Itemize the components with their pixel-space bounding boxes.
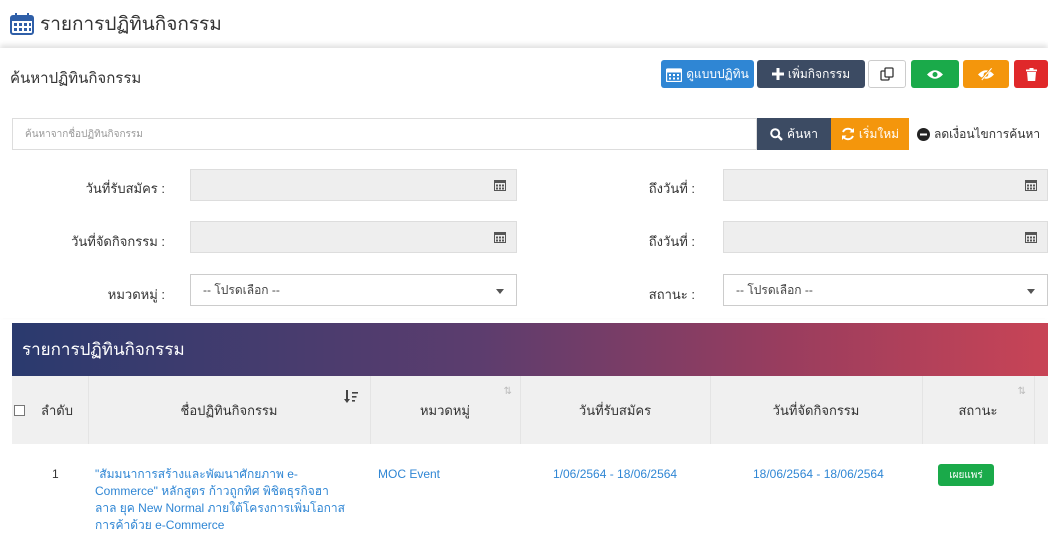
status-select[interactable]: -- โปรดเลือก -- — [723, 274, 1048, 306]
select-all-checkbox-cell — [12, 376, 26, 444]
register-date-input[interactable] — [190, 169, 517, 201]
sort-amount-down-icon — [344, 390, 358, 403]
column-header-no[interactable]: ลำดับ — [26, 376, 88, 444]
status-badge: เผยแพร่ — [938, 464, 994, 486]
register-to-input[interactable] — [723, 169, 1048, 201]
calendar-icon — [1025, 180, 1037, 191]
page-title: รายการปฏิทินกิจกรรม — [40, 14, 222, 35]
search-row: ค้นหาจากชื่อปฏิทินกิจกรรม ค้นหา เริ่มใหม… — [0, 118, 1048, 150]
column-header-category[interactable]: หมวดหมู่ ⇅ — [370, 376, 520, 444]
select-all-checkbox[interactable] — [13, 404, 25, 416]
status-select-value: -- โปรดเลือก -- — [736, 282, 813, 297]
reset-button[interactable]: เริ่มใหม่ — [831, 118, 909, 150]
reduce-conditions-button[interactable]: ลดเงื่อนไขการค้นหา — [917, 118, 1048, 150]
reduce-conditions-label: ลดเงื่อนไขการค้นหา — [934, 126, 1041, 141]
row-register-period-link[interactable]: 1/06/2564 - 18/06/2564 — [553, 466, 723, 483]
calendar-icon — [494, 232, 506, 243]
search-button-label: ค้นหา — [787, 126, 818, 141]
calendar-icon — [1025, 232, 1037, 243]
row-no: 1 — [52, 467, 59, 481]
reset-button-label: เริ่มใหม่ — [858, 126, 900, 141]
status-label: สถานะ : — [648, 287, 695, 302]
delete-button[interactable] — [1014, 60, 1048, 88]
show-button[interactable] — [911, 60, 959, 88]
column-header-status-label: สถานะ — [958, 402, 998, 418]
eye-icon — [927, 69, 943, 79]
column-header-name[interactable]: ชื่อปฏิทินกิจกรรม — [88, 376, 370, 444]
event-to-label: ถึงวันที่ : — [648, 234, 695, 249]
event-to-input[interactable] — [723, 221, 1048, 253]
column-header-status[interactable]: สถานะ ⇅ — [922, 376, 1034, 444]
category-label: หมวดหมู่ : — [107, 287, 165, 302]
search-panel-header: ค้นหาปฏิทินกิจกรรม ดูแบบปฏิทิน เพิ่มกิจก… — [0, 48, 1048, 108]
refresh-icon — [841, 127, 854, 141]
search-placeholder: ค้นหาจากชื่อปฏิทินกิจกรรม — [25, 128, 143, 140]
search-icon — [770, 127, 783, 141]
trash-icon — [1025, 67, 1037, 81]
row-event-period-link[interactable]: 18/06/2564 - 18/06/2564 — [753, 466, 923, 483]
caret-down-icon — [496, 289, 504, 294]
view-calendar-label: ดูแบบปฏิทิน — [686, 66, 749, 81]
calendar-icon — [494, 180, 506, 191]
category-select-value: -- โปรดเลือก -- — [203, 282, 280, 297]
event-date-label: วันที่จัดกิจกรรม : — [71, 234, 165, 249]
sort-icon: ⇅ — [1017, 386, 1026, 397]
page-header: รายการปฏิทินกิจกรรม — [10, 6, 222, 42]
column-header-event-label: วันที่จัดกิจกรรม — [772, 402, 860, 418]
copy-button[interactable] — [868, 60, 906, 88]
caret-down-icon — [1027, 289, 1035, 294]
column-header-no-label: ลำดับ — [41, 402, 73, 418]
register-date-label: วันที่รับสมัคร : — [85, 181, 165, 196]
column-header-event[interactable]: วันที่จัดกิจกรรม — [710, 376, 922, 444]
add-activity-label: เพิ่มกิจกรรม — [787, 66, 851, 81]
copy-icon — [880, 67, 894, 81]
list-title: รายการปฏิทินกิจกรรม — [22, 340, 185, 359]
add-activity-button[interactable]: เพิ่มกิจกรรม — [757, 60, 865, 88]
column-header-name-label: ชื่อปฏิทินกิจกรรม — [180, 402, 278, 418]
table-row: 1 "สัมมนาการสร้างและพัฒนาศักยภาพ e-Comme… — [12, 444, 1048, 545]
column-header-register-label: วันที่รับสมัคร — [578, 402, 652, 418]
event-date-input[interactable] — [190, 221, 517, 253]
hide-button[interactable] — [963, 60, 1009, 88]
calendar-icon — [666, 67, 683, 82]
calendar-icon — [10, 13, 34, 35]
column-header-register[interactable]: วันที่รับสมัคร — [520, 376, 710, 444]
plus-icon — [771, 68, 784, 80]
row-category-link[interactable]: MOC Event — [378, 466, 518, 483]
minus-circle-icon — [917, 127, 930, 141]
row-name-link[interactable]: "สัมมนาการสร้างและพัฒนาศักยภาพ e-Commerc… — [95, 466, 350, 534]
table-header: ลำดับ ชื่อปฏิทินกิจกรรม หมวดหมู่ ⇅ วันที… — [12, 376, 1048, 444]
list-header: รายการปฏิทินกิจกรรม — [12, 323, 1048, 376]
search-input[interactable]: ค้นหาจากชื่อปฏิทินกิจกรรม — [12, 118, 757, 150]
category-select[interactable]: -- โปรดเลือก -- — [190, 274, 517, 306]
column-header-category-label: หมวดหมู่ — [419, 402, 471, 418]
register-to-label: ถึงวันที่ : — [648, 181, 695, 196]
search-panel-title: ค้นหาปฏิทินกิจกรรม — [10, 70, 142, 87]
eye-slash-icon — [978, 67, 994, 81]
sort-icon: ⇅ — [503, 386, 512, 397]
search-button[interactable]: ค้นหา — [757, 118, 831, 150]
view-calendar-button[interactable]: ดูแบบปฏิทิน — [661, 60, 754, 88]
